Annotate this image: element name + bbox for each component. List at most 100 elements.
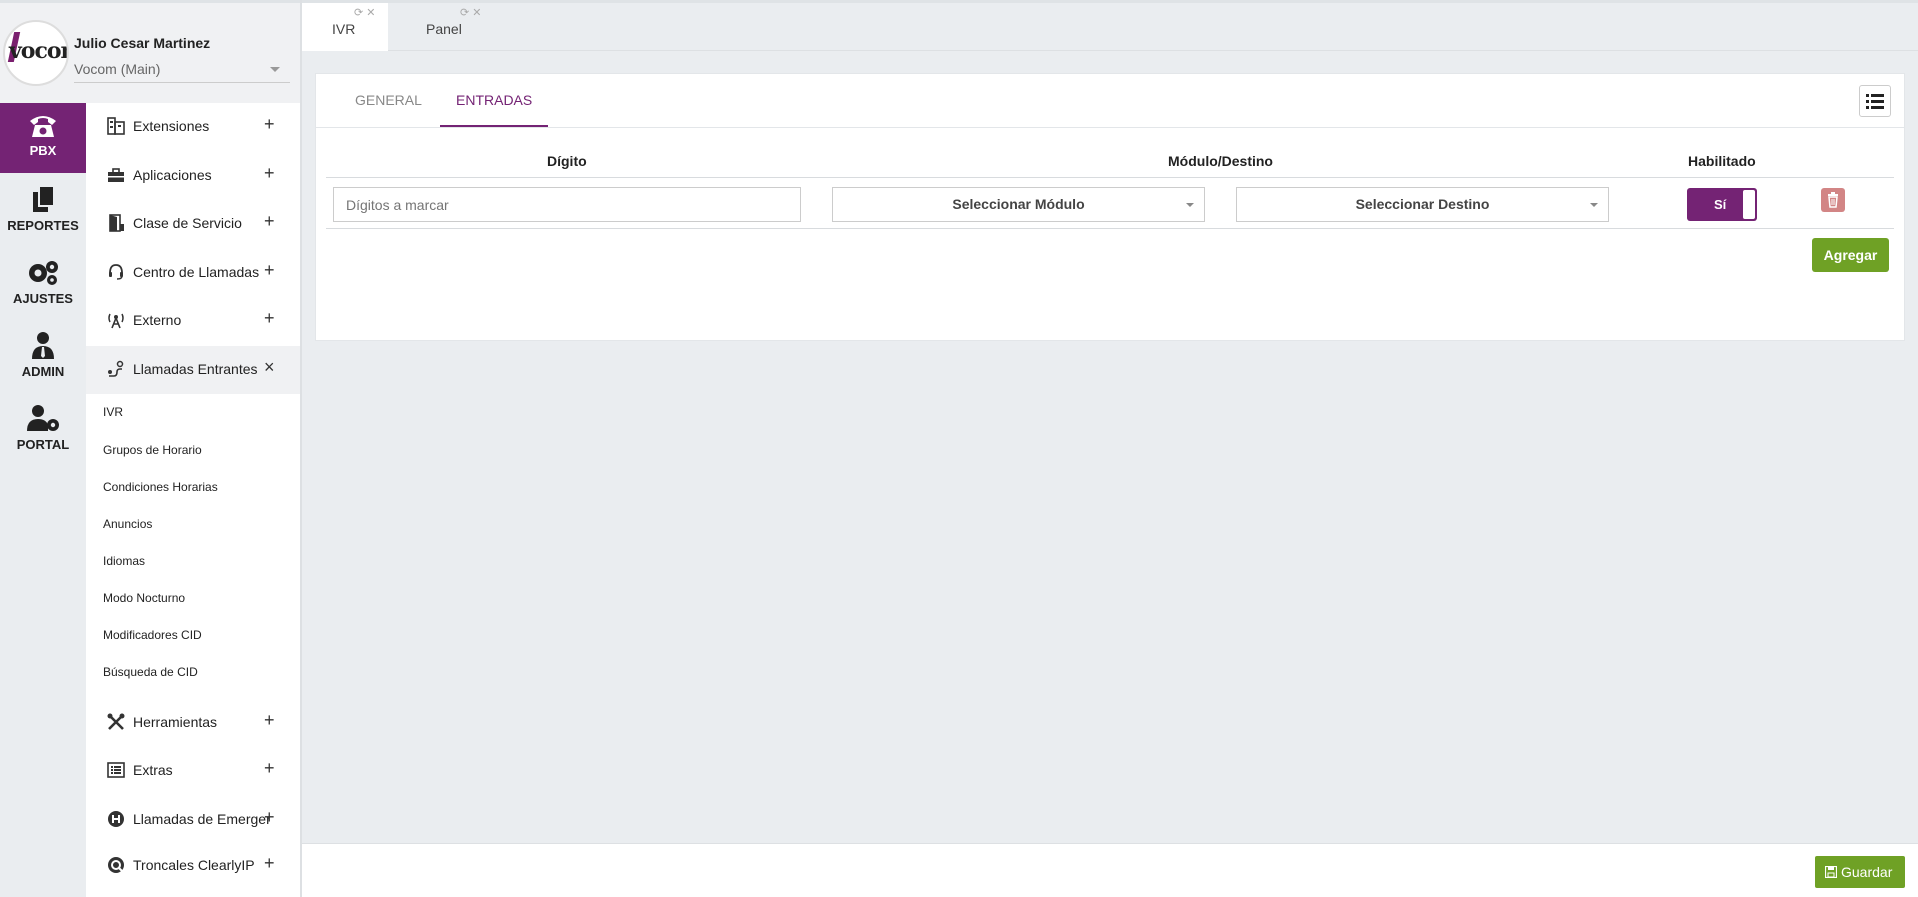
plus-icon[interactable]: + <box>264 211 275 232</box>
submenu-item-idiomas[interactable]: Idiomas <box>103 554 145 568</box>
submenu-item-ivr[interactable]: IVR <box>103 405 123 419</box>
sidebar-item-label: Troncales ClearlyIP <box>133 857 255 873</box>
save-label: Guardar <box>1841 864 1893 880</box>
submenu-item-busqueda-de-cid[interactable]: Búsqueda de CID <box>103 665 198 679</box>
divider <box>316 127 1904 128</box>
toggle-label: Sí <box>1714 197 1727 212</box>
broadcast-tower-icon <box>108 313 124 329</box>
building-icon <box>107 117 125 135</box>
sidebar-item-troncales-clearlyip[interactable]: Troncales ClearlyIP + <box>86 842 300 890</box>
sidebar-item-label: Centro de Llamadas <box>133 264 260 280</box>
page-tab-panel[interactable]: Panel ⟳ ✕ <box>396 3 482 51</box>
plus-icon[interactable]: + <box>264 163 275 184</box>
digit-input[interactable] <box>333 187 801 222</box>
submenu-item-modificadores-cid[interactable]: Modificadores CID <box>103 628 202 642</box>
sidebar-item-extensiones[interactable]: Extensiones + <box>86 103 300 151</box>
enabled-toggle[interactable]: Sí <box>1687 188 1757 221</box>
close-icon[interactable]: × <box>264 357 275 378</box>
door-icon <box>109 214 124 232</box>
column-header-digit: Dígito <box>547 153 587 169</box>
module-rail: PBX REPORTES AJUSTES ADMIN PORTAL <box>0 103 86 897</box>
sidebar-item-label: Llamadas de Emergencia <box>133 811 269 827</box>
sidebar-item-label: Externo <box>133 312 182 328</box>
plus-icon[interactable]: + <box>264 853 275 874</box>
sidebar-item-herramientas[interactable]: Herramientas + <box>86 699 300 747</box>
refresh-icon[interactable]: ⟳ <box>354 7 363 19</box>
plus-icon[interactable]: + <box>264 308 275 329</box>
user-tie-icon <box>32 332 54 359</box>
sidebar-item-aplicaciones[interactable]: Aplicaciones + <box>86 152 300 200</box>
plus-icon[interactable]: + <box>264 807 275 828</box>
page-tab-label: IVR <box>332 21 356 37</box>
avatar: vocom <box>3 20 69 86</box>
page-tab-ivr[interactable]: IVR ⟳ ✕ <box>302 3 388 51</box>
rail-label: PORTAL <box>16 437 70 452</box>
list-icon <box>1866 94 1884 109</box>
rail-item-portal[interactable]: PORTAL <box>0 395 86 465</box>
rail-item-reportes[interactable]: REPORTES <box>0 176 86 246</box>
close-icon[interactable]: ✕ <box>472 7 481 19</box>
refresh-icon[interactable]: ⟳ <box>460 7 469 19</box>
tab-label: ENTRADAS <box>456 92 533 108</box>
plus-icon[interactable]: + <box>264 758 275 779</box>
submenu-item-anuncios[interactable]: Anuncios <box>103 517 152 531</box>
chevron-down-icon <box>270 67 280 72</box>
headset-icon <box>109 264 123 280</box>
sidebar-item-llamadas-de-emergencia[interactable]: Llamadas de Emergencia + <box>86 796 300 844</box>
plus-icon[interactable]: + <box>264 114 275 135</box>
destination-select-value: Seleccionar Destino <box>1355 196 1490 212</box>
rail-label: ADMIN <box>21 364 65 379</box>
page-tabstrip: IVR ⟳ ✕ Panel ⟳ ✕ <box>302 3 1918 51</box>
sidebar-border <box>300 0 302 897</box>
delete-row-button[interactable] <box>1821 188 1845 212</box>
chevron-down-icon <box>1186 203 1194 207</box>
tab-tools: ⟳ ✕ <box>460 6 482 19</box>
page-tab-label: Panel <box>426 21 462 37</box>
sidebar-item-label: Extensiones <box>133 118 210 134</box>
submenu-item-modo-nocturno[interactable]: Modo Nocturno <box>103 591 185 605</box>
sidebar-item-label: Clase de Servicio <box>133 215 242 231</box>
sidebar-item-clase-de-servicio[interactable]: Clase de Servicio + <box>86 200 300 248</box>
plus-icon[interactable]: + <box>264 260 275 281</box>
user-name: Julio Cesar Martinez <box>74 35 211 51</box>
submenu-item-condiciones-horarias[interactable]: Condiciones Horarias <box>103 480 218 494</box>
tab-general[interactable]: GENERAL <box>355 74 445 127</box>
list-alt-icon <box>107 762 125 778</box>
tools-icon <box>107 713 125 730</box>
sidebar-item-label: Extras <box>133 762 173 778</box>
rail-item-pbx[interactable]: PBX <box>0 103 86 173</box>
sidebar-item-extras[interactable]: Extras + <box>86 747 300 795</box>
sidebar-item-label: Llamadas Entrantes <box>133 361 258 377</box>
rail-label: PBX <box>29 143 57 158</box>
list-view-button[interactable] <box>1859 85 1891 117</box>
documents-icon <box>33 185 55 212</box>
save-button[interactable]: Guardar <box>1815 856 1905 888</box>
destination-select[interactable]: Seleccionar Destino <box>1236 187 1609 222</box>
toggle-knob <box>1743 190 1755 219</box>
rail-item-admin[interactable]: ADMIN <box>0 322 86 392</box>
sidebar-menu: Extensiones + Aplicaciones + Clase de Se… <box>86 103 300 897</box>
phone-icon <box>30 116 56 137</box>
module-select[interactable]: Seleccionar Módulo <box>832 187 1205 222</box>
logo: vocom <box>9 38 67 64</box>
divider <box>326 177 1894 178</box>
rail-label: AJUSTES <box>13 291 73 306</box>
close-icon[interactable]: ✕ <box>366 7 375 19</box>
save-icon <box>1825 866 1837 878</box>
add-entry-button[interactable]: Agregar <box>1812 238 1889 272</box>
rail-item-ajustes[interactable]: AJUSTES <box>0 249 86 319</box>
chevron-down-icon <box>1590 203 1598 207</box>
sidebar-item-label: Aplicaciones <box>133 167 212 183</box>
ivr-entries-card: GENERAL ENTRADAS Dígito Módulo/Destino H… <box>315 73 1905 341</box>
hospital-icon <box>108 811 124 827</box>
sidebar-item-externo[interactable]: Externo + <box>86 297 300 345</box>
sidebar-item-llamadas-entrantes[interactable]: Llamadas Entrantes × <box>86 346 300 394</box>
tenant-select[interactable]: Vocom (Main) <box>74 61 290 83</box>
toolbox-icon <box>108 168 124 182</box>
sidebar-item-centro-de-llamadas[interactable]: Centro de Llamadas + <box>86 249 300 297</box>
tab-entradas[interactable]: ENTRADAS <box>440 74 548 127</box>
user-gear-icon <box>27 405 59 431</box>
user-header: vocom Julio Cesar Martinez Vocom (Main) <box>0 3 300 103</box>
plus-icon[interactable]: + <box>264 710 275 731</box>
submenu-item-grupos-de-horario[interactable]: Grupos de Horario <box>103 443 202 457</box>
